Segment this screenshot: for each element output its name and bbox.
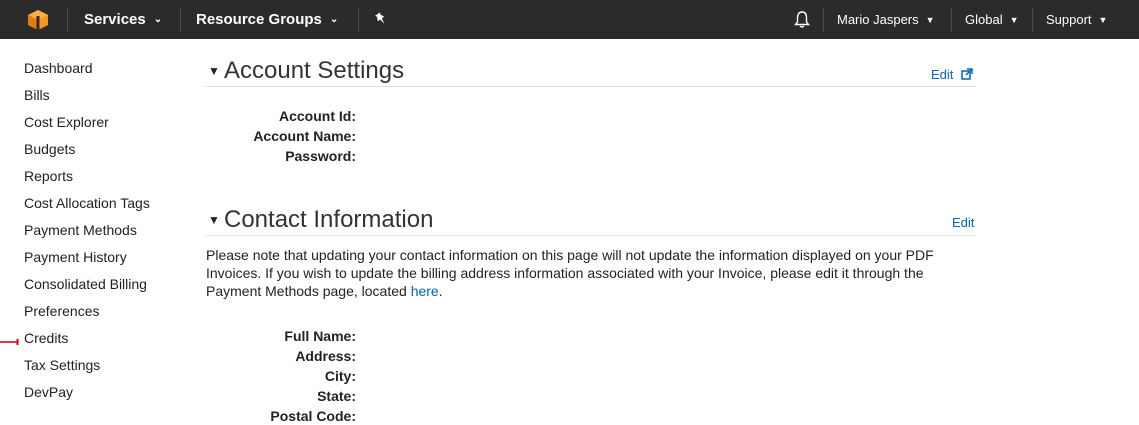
bell-icon[interactable] [793, 10, 811, 29]
city-label: City: [324, 368, 356, 384]
contact-information-title: Contact Information [224, 206, 434, 233]
nav-divider [180, 8, 181, 32]
contact-update-note: Please note that updating your contact i… [206, 246, 946, 300]
services-label: Services [84, 11, 146, 28]
sidebar-item-payment-history[interactable]: Payment History [24, 249, 127, 265]
nav-divider [67, 8, 68, 32]
external-link-icon[interactable] [961, 68, 973, 80]
sidebar-item-reports[interactable]: Reports [24, 168, 73, 184]
aws-logo-icon[interactable] [26, 8, 50, 32]
sidebar-item-credits[interactable]: Credits [24, 330, 68, 346]
note-end: . [438, 283, 443, 299]
full-name-label: Full Name: [284, 328, 356, 344]
contact-information-edit-link[interactable]: Edit [952, 215, 974, 230]
account-id-label: Account Id: [279, 108, 356, 124]
region-menu[interactable]: Global ▼ [965, 0, 1019, 39]
caret-down-icon: ▼ [1098, 14, 1108, 25]
resource-groups-menu[interactable]: Resource Groups ⌄ [196, 0, 338, 39]
sidebar-item-budgets[interactable]: Budgets [24, 141, 75, 157]
account-settings-edit-link[interactable]: Edit [931, 67, 953, 82]
services-menu[interactable]: Services ⌄ [84, 0, 162, 39]
sidebar-item-bills[interactable]: Bills [24, 87, 50, 103]
sidebar-item-tax-settings[interactable]: Tax Settings [24, 357, 100, 373]
account-settings-title: Account Settings [224, 57, 405, 84]
region-label: Global [965, 12, 1003, 27]
user-menu[interactable]: Mario Jaspers ▼ [837, 0, 935, 39]
caret-down-icon: ▼ [1009, 14, 1019, 25]
sidebar-item-dashboard[interactable]: Dashboard [24, 60, 93, 76]
account-name-label: Account Name: [253, 128, 356, 144]
chevron-down-icon: ⌄ [153, 13, 163, 25]
top-navigation-bar: Services ⌄ Resource Groups ⌄ Mario Jaspers… [0, 0, 1139, 39]
sidebar-item-cost-allocation-tags[interactable]: Cost Allocation Tags [24, 195, 150, 211]
user-name: Mario Jaspers [837, 12, 919, 27]
nav-divider [823, 8, 824, 32]
sidebar-item-preferences[interactable]: Preferences [24, 303, 99, 319]
address-label: Address: [295, 348, 356, 364]
section-divider [205, 235, 976, 236]
postal-code-label: Postal Code: [270, 408, 356, 424]
sidebar-item-consolidated-billing[interactable]: Consolidated Billing [24, 276, 147, 292]
pin-icon[interactable] [373, 11, 389, 27]
resource-groups-label: Resource Groups [196, 11, 322, 28]
state-label: State: [317, 388, 356, 404]
support-label: Support [1046, 12, 1092, 27]
highlight-marker-icon [0, 339, 19, 345]
caret-down-icon: ▼ [925, 14, 935, 25]
nav-divider [951, 8, 952, 32]
sidebar-item-payment-methods[interactable]: Payment Methods [24, 222, 137, 238]
note-text: Please note that updating your contact i… [206, 247, 934, 299]
nav-divider [1032, 8, 1033, 32]
support-menu[interactable]: Support ▼ [1046, 0, 1107, 39]
password-label: Password: [285, 148, 356, 164]
chevron-down-icon: ⌄ [329, 13, 339, 25]
collapse-caret-icon[interactable]: ▼ [208, 64, 220, 78]
collapse-caret-icon[interactable]: ▼ [208, 213, 220, 227]
sidebar-item-devpay[interactable]: DevPay [24, 384, 73, 400]
nav-divider [358, 8, 359, 32]
section-divider [205, 86, 976, 87]
sidebar-item-cost-explorer[interactable]: Cost Explorer [24, 114, 109, 130]
payment-methods-here-link[interactable]: here [411, 283, 439, 299]
